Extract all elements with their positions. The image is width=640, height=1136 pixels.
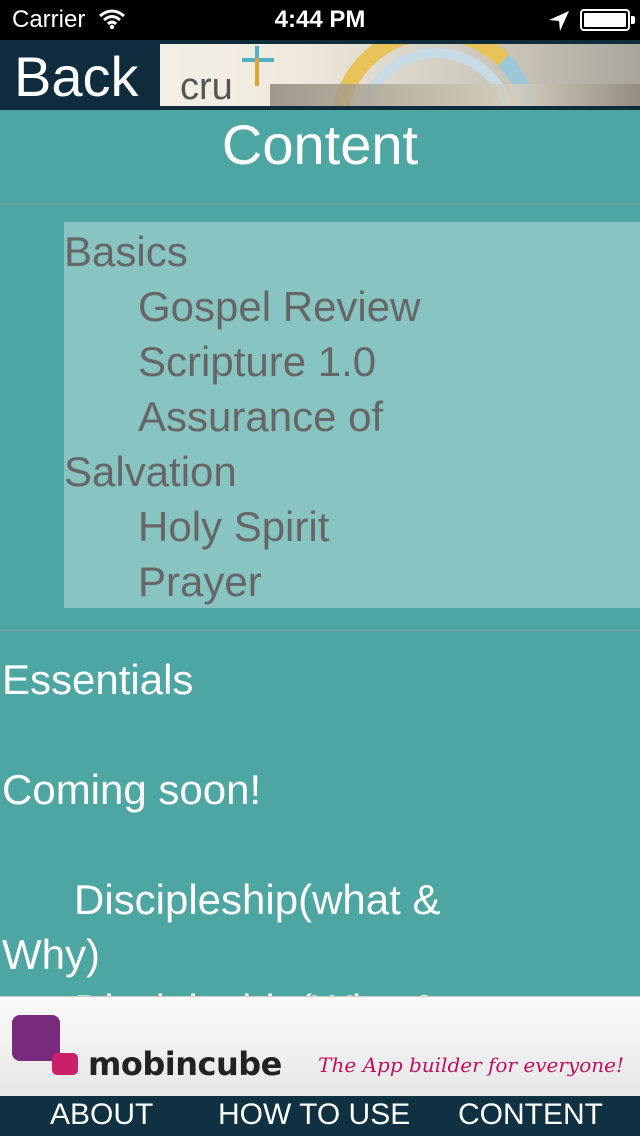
battery-tip <box>631 16 635 24</box>
tab-how-to-use[interactable]: HOW TO USE <box>218 1098 410 1132</box>
location-arrow-icon <box>549 11 569 31</box>
list-item-assurance[interactable]: Assurance of <box>138 393 383 441</box>
essentials-heading: Essentials <box>2 656 194 703</box>
status-bar: Carrier 4:44 PM <box>0 0 640 40</box>
banner-skyline <box>270 84 640 106</box>
divider-top <box>0 204 640 205</box>
coming-soon-note: Coming soon! <box>2 766 262 813</box>
clock: 4:44 PM <box>274 6 366 33</box>
back-button[interactable]: Back <box>14 44 139 109</box>
list-item-discipleship-what[interactable]: Discipleship(what & <box>74 876 440 924</box>
list-item-discipleship-what-continued[interactable]: Why) <box>2 931 100 979</box>
header-banner: cru <box>160 44 640 106</box>
basics-heading: Basics <box>64 228 188 275</box>
list-item-assurance-continued[interactable]: Salvation <box>64 448 237 496</box>
list-item-holy-spirit[interactable]: Holy Spirit <box>138 503 329 551</box>
battery-icon <box>580 9 630 31</box>
list-item-gospel-review[interactable]: Gospel Review <box>138 283 420 331</box>
list-item-prayer[interactable]: Prayer <box>138 558 262 606</box>
ad-tagline: The App builder for everyone! <box>318 1053 624 1077</box>
tab-content[interactable]: CONTENT <box>458 1098 603 1132</box>
page-title: Content <box>221 113 419 176</box>
list-item-scripture[interactable]: Scripture 1.0 <box>138 338 376 386</box>
ad-brand: mobincube <box>88 1045 282 1083</box>
cru-logo-text: cru <box>180 66 233 106</box>
mobincube-logo-icon <box>12 1015 78 1075</box>
tab-bar: ABOUT HOW TO USE CONTENT <box>0 1096 640 1136</box>
basics-panel: Basics Gospel Review Scripture 1.0 Assur… <box>64 222 640 608</box>
divider-middle <box>0 630 640 631</box>
ad-banner[interactable]: mobincube The App builder for everyone! <box>0 996 640 1096</box>
cross-icon <box>242 46 274 86</box>
tab-about[interactable]: ABOUT <box>50 1098 153 1132</box>
